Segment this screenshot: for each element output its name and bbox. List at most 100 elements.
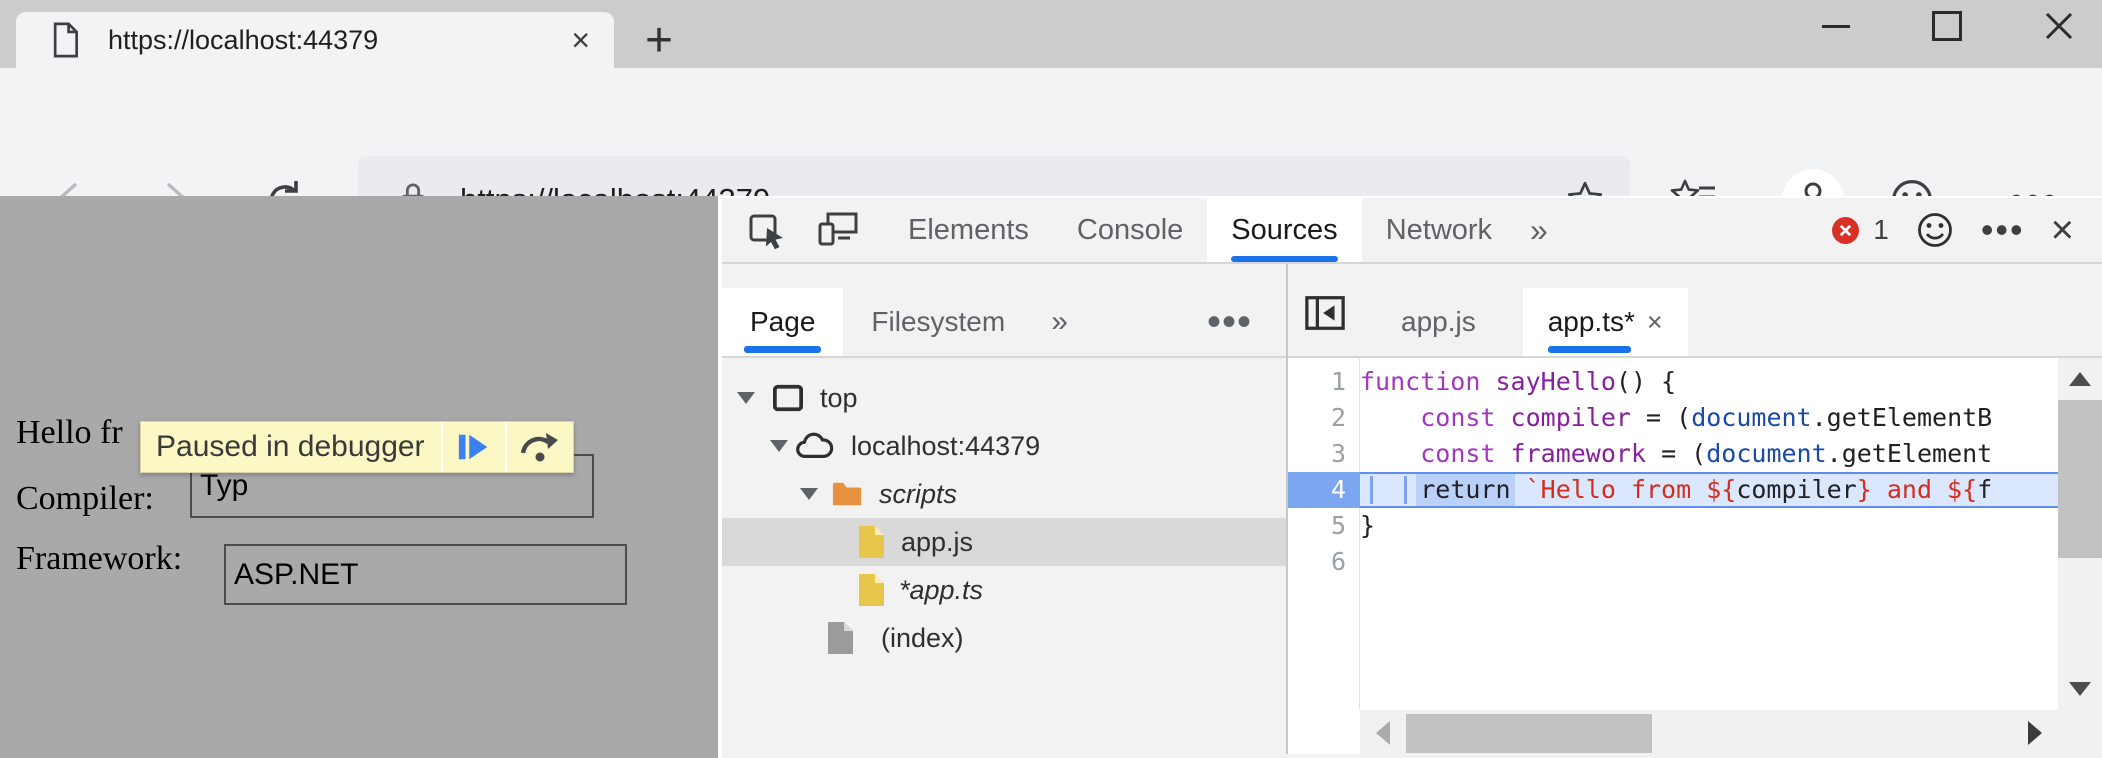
code-line: 2 const compiler = (document.getElementB — [1288, 400, 2058, 436]
paused-line-highlight: return `Hello from ${compiler} and ${f — [1360, 472, 2058, 508]
file-tree: top localhost:44379 scri — [722, 358, 1286, 662]
code-line: 3 const framework = (document.getElement — [1288, 436, 2058, 472]
nav-tab-page[interactable]: Page — [722, 288, 843, 356]
line-number[interactable]: 5 — [1288, 508, 1360, 544]
file-icon — [826, 621, 854, 655]
scroll-left-arrow[interactable] — [1376, 721, 1390, 745]
devtools-feedback-smiley-icon[interactable] — [1915, 210, 1955, 250]
active-tab-underline — [1231, 256, 1337, 262]
error-count[interactable]: 1 — [1873, 214, 1889, 246]
collapse-sidebar-icon[interactable] — [1303, 292, 1347, 334]
line-number[interactable]: 1 — [1288, 364, 1360, 400]
tree-item-top[interactable]: top — [722, 374, 1286, 422]
page-favicon-icon — [48, 20, 82, 60]
framework-input[interactable]: ASP.NET — [224, 544, 627, 605]
device-toolbar-icon[interactable] — [816, 210, 862, 250]
code-editor: app.js app.ts* × 1 function sayHello() { — [1288, 264, 2102, 754]
more-tabs-chevron[interactable]: » — [1516, 198, 1562, 262]
paused-token: return — [1420, 475, 1510, 504]
devtools-more-button[interactable]: ••• — [1981, 209, 2025, 251]
code-text — [1360, 544, 2058, 580]
scroll-down-arrow[interactable] — [2069, 682, 2091, 696]
tab-network[interactable]: Network — [1362, 198, 1516, 262]
tab-sources-label: Sources — [1231, 214, 1337, 247]
code-text: const compiler = (document.getElementB — [1360, 400, 2058, 436]
code-line-paused: 4 return `Hello from ${compiler} and ${f — [1288, 472, 2058, 508]
scroll-up-arrow[interactable] — [2069, 372, 2091, 386]
framework-input-value: ASP.NET — [234, 558, 359, 592]
tab-title: https://localhost:44379 — [108, 25, 378, 56]
devtools-toolbar: Elements Console Sources Network » 1 •••… — [722, 198, 2102, 264]
file-icon — [857, 573, 885, 607]
horizontal-scroll-thumb[interactable] — [1406, 714, 1652, 753]
code-area[interactable]: 1 function sayHello() { 2 const compiler… — [1288, 358, 2058, 580]
vertical-scroll-thumb[interactable] — [2058, 400, 2102, 558]
minimize-button[interactable] — [1822, 25, 1850, 28]
tree-item-appjs[interactable]: app.js — [722, 518, 1286, 566]
tree-item-index[interactable]: (index) — [722, 614, 1286, 662]
scroll-right-arrow[interactable] — [2028, 721, 2042, 745]
inspect-element-icon[interactable] — [748, 209, 788, 251]
code-text: const framework = (document.getElement — [1360, 436, 2058, 472]
expand-arrow-icon[interactable] — [770, 440, 788, 452]
page-heading: Hello fr — [16, 414, 123, 452]
horizontal-scrollbar[interactable] — [1360, 710, 2058, 757]
expand-arrow-icon[interactable] — [737, 392, 755, 404]
navigator-more-button[interactable]: ••• — [1207, 288, 1252, 356]
cloud-icon — [793, 430, 835, 462]
tab-elements[interactable]: Elements — [884, 198, 1053, 262]
tree-item-label: localhost:44379 — [851, 431, 1040, 462]
devtools-panel: Elements Console Sources Network » 1 •••… — [718, 196, 2102, 758]
code-line: 6 — [1288, 544, 2058, 580]
expand-arrow-icon[interactable] — [800, 488, 818, 500]
editor-tab-close-button[interactable]: × — [1647, 307, 1663, 338]
editor-tab-strip: app.js app.ts* × — [1288, 264, 2102, 358]
window-controls — [1822, 4, 2074, 48]
line-number[interactable]: 2 — [1288, 400, 1360, 436]
sources-panel: Page Filesystem » ••• top — [722, 264, 2102, 754]
resume-icon — [455, 430, 493, 464]
tree-item-scripts[interactable]: scripts — [722, 470, 1286, 518]
nav-tab-filesystem[interactable]: Filesystem — [843, 288, 1033, 356]
step-over-icon — [518, 429, 562, 465]
editor-tab-appts-label: app.ts* — [1548, 306, 1635, 338]
devtools-toolbar-right: 1 ••• × — [1832, 209, 2102, 251]
tree-item-appts[interactable]: *app.ts — [722, 566, 1286, 614]
editor-body[interactable]: 1 function sayHello() { 2 const compiler… — [1288, 358, 2102, 754]
folder-icon — [831, 479, 863, 509]
tab-sources[interactable]: Sources — [1207, 198, 1361, 262]
tree-item-host[interactable]: localhost:44379 — [722, 422, 1286, 470]
paused-in-debugger-banner: Paused in debugger — [140, 421, 574, 473]
framework-label: Framework: — [16, 540, 182, 578]
tree-item-label: *app.ts — [899, 575, 983, 606]
resume-script-button[interactable] — [443, 422, 505, 472]
nav-more-tabs-chevron[interactable]: » — [1051, 288, 1068, 356]
editor-tab-appts[interactable]: app.ts* × — [1523, 288, 1688, 356]
browser-toolbar: https://localhost:44379 ••• — [0, 68, 2102, 196]
tab-console[interactable]: Console — [1053, 198, 1207, 262]
compiler-input-value: Typ — [200, 469, 248, 503]
tree-item-label: (index) — [881, 623, 964, 654]
line-number[interactable]: 4 — [1288, 472, 1360, 508]
code-line: 5 } — [1288, 508, 2058, 544]
navigator-sidebar: Page Filesystem » ••• top — [722, 264, 1288, 754]
frame-icon — [772, 383, 804, 413]
error-badge-icon[interactable] — [1832, 217, 1859, 244]
scrollbar-corner — [2058, 710, 2102, 757]
window-close-button[interactable] — [2044, 11, 2074, 41]
line-number[interactable]: 3 — [1288, 436, 1360, 472]
step-over-button[interactable] — [507, 422, 573, 472]
new-tab-button[interactable]: + — [634, 18, 684, 62]
tree-item-label: top — [820, 383, 858, 414]
tab-close-button[interactable]: × — [571, 24, 590, 56]
tree-item-label: scripts — [879, 479, 957, 510]
nav-tab-page-label: Page — [750, 306, 815, 338]
editor-tab-appjs[interactable]: app.js — [1377, 288, 1500, 356]
devtools-close-button[interactable]: × — [2051, 210, 2074, 250]
browser-tab[interactable]: https://localhost:44379 × — [16, 12, 614, 68]
execution-tick — [1370, 476, 1373, 504]
code-text: function sayHello() { — [1360, 364, 2058, 400]
maximize-button[interactable] — [1932, 11, 1962, 41]
line-number[interactable]: 6 — [1288, 544, 1360, 580]
vertical-scrollbar[interactable] — [2058, 358, 2102, 710]
